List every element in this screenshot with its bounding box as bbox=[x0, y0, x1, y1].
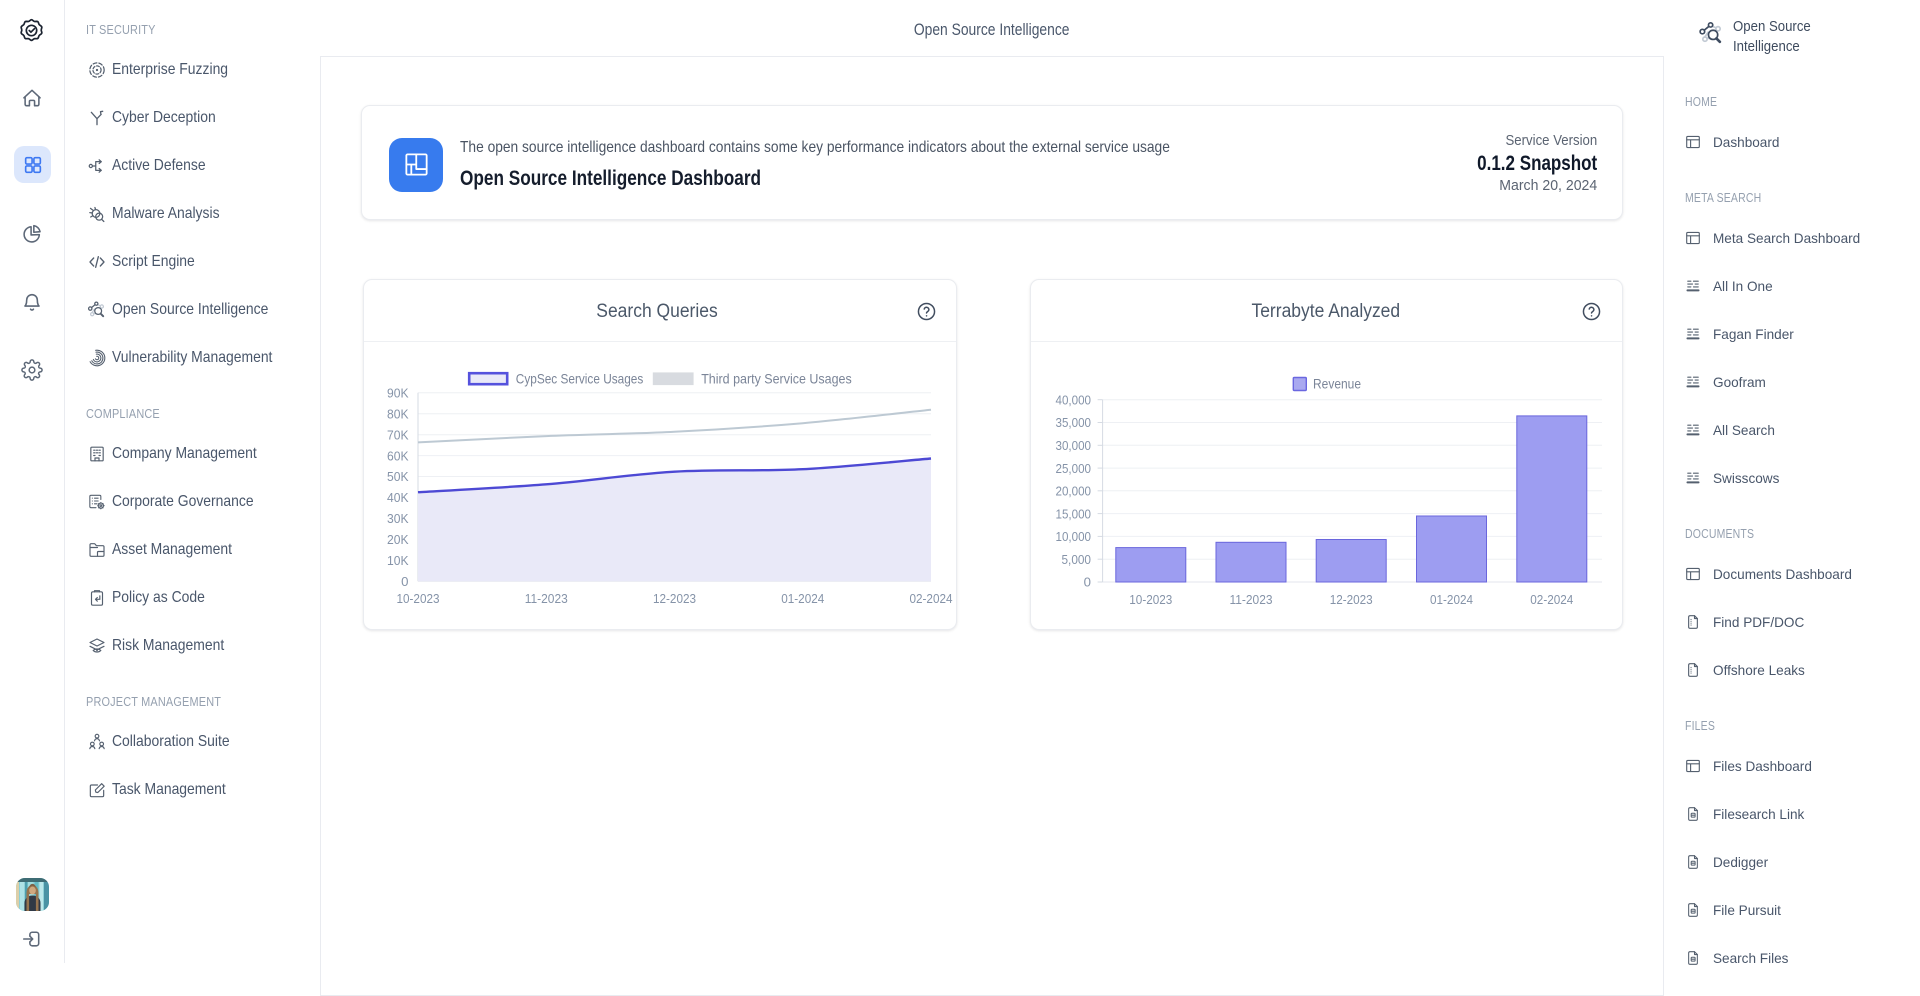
svg-text:35,000: 35,000 bbox=[1056, 415, 1092, 430]
svg-text:30K: 30K bbox=[387, 511, 409, 526]
svg-text:40,000: 40,000 bbox=[1056, 392, 1092, 407]
svg-text:20,000: 20,000 bbox=[1056, 484, 1092, 499]
svg-text:11-2023: 11-2023 bbox=[525, 591, 568, 606]
svg-text:10,000: 10,000 bbox=[1056, 529, 1092, 544]
svg-text:25,000: 25,000 bbox=[1056, 461, 1092, 476]
svg-text:80K: 80K bbox=[387, 406, 409, 421]
svg-text:15,000: 15,000 bbox=[1056, 506, 1092, 521]
svg-text:60K: 60K bbox=[387, 448, 409, 463]
svg-text:0: 0 bbox=[401, 574, 408, 589]
svg-text:70K: 70K bbox=[387, 427, 409, 442]
svg-text:20K: 20K bbox=[387, 532, 409, 547]
svg-text:10-2023: 10-2023 bbox=[1129, 592, 1172, 607]
svg-text:12-2023: 12-2023 bbox=[1330, 592, 1373, 607]
svg-text:Third party Service Usages: Third party Service Usages bbox=[701, 371, 852, 387]
svg-text:02-2024: 02-2024 bbox=[910, 591, 953, 606]
svg-text:12-2023: 12-2023 bbox=[653, 591, 696, 606]
svg-text:40K: 40K bbox=[387, 490, 409, 505]
svg-text:01-2024: 01-2024 bbox=[781, 591, 824, 606]
svg-text:50K: 50K bbox=[387, 469, 409, 484]
svg-text:90K: 90K bbox=[387, 386, 409, 401]
svg-text:30,000: 30,000 bbox=[1056, 438, 1092, 453]
svg-text:CypSec Service Usages: CypSec Service Usages bbox=[516, 371, 644, 387]
svg-text:5,000: 5,000 bbox=[1062, 552, 1092, 567]
svg-text:Revenue: Revenue bbox=[1313, 377, 1361, 392]
svg-text:10K: 10K bbox=[387, 553, 409, 568]
svg-text:10-2023: 10-2023 bbox=[397, 591, 440, 606]
svg-text:01-2024: 01-2024 bbox=[1430, 592, 1473, 607]
svg-text:02-2024: 02-2024 bbox=[1530, 592, 1573, 607]
svg-text:11-2023: 11-2023 bbox=[1230, 592, 1273, 607]
svg-text:0: 0 bbox=[1084, 575, 1091, 590]
